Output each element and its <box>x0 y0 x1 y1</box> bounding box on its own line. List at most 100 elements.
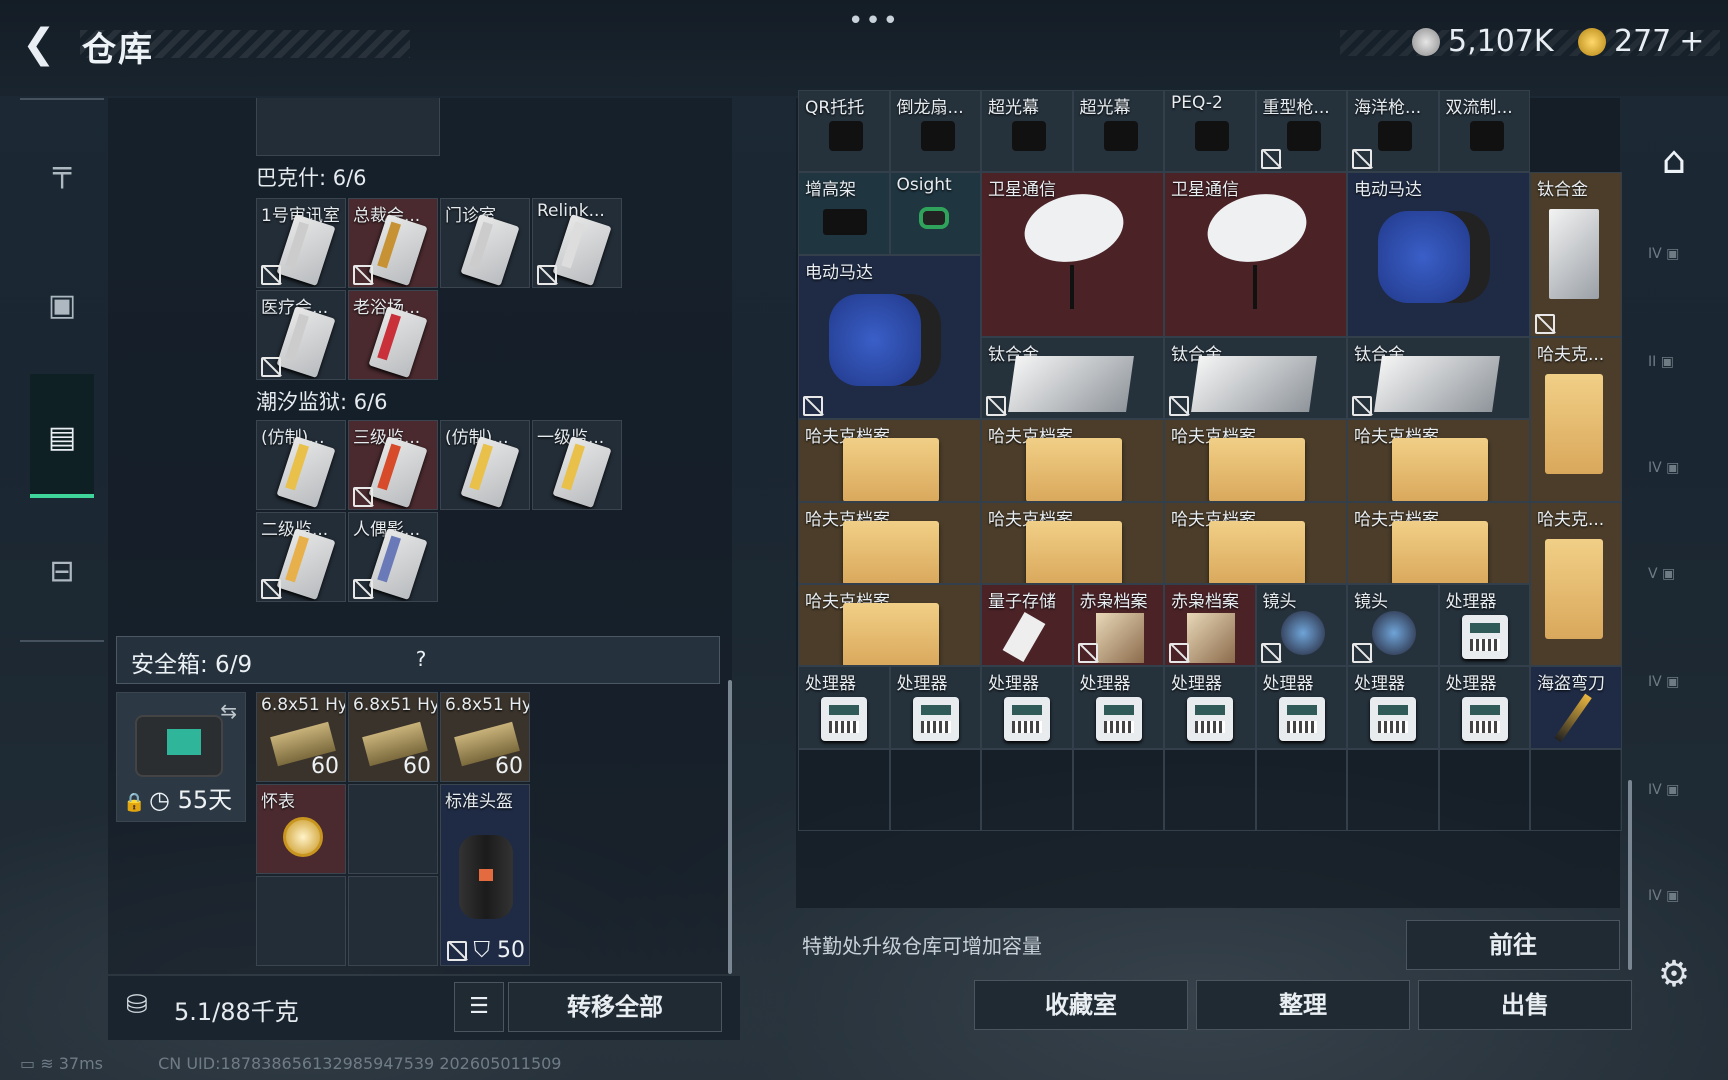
sight-slot[interactable]: Osight <box>889 172 981 255</box>
safe-box-slot[interactable]: ⇆ 🔒 ◷ 55天 <box>116 692 246 822</box>
motor-slot[interactable]: 电动马达 <box>1347 172 1530 338</box>
attachment-slot[interactable]: 海洋枪... <box>1347 90 1439 173</box>
backpack-icon[interactable]: ▣ <box>42 286 82 326</box>
organize-button[interactable]: 整理 <box>1196 980 1410 1030</box>
processor-slot[interactable]: 处理器 <box>1255 666 1347 749</box>
nav-tier-iv-icon[interactable]: IV ▣ <box>1648 460 1700 506</box>
haavk-file-slot[interactable]: 哈夫克... <box>1530 501 1622 667</box>
left-scrollbar[interactable] <box>728 680 732 974</box>
haavk-file-slot[interactable]: 哈夫克档案 <box>1347 501 1530 585</box>
nav-tier-ii-icon[interactable]: II ▣ <box>1648 354 1700 400</box>
toolbox-icon[interactable]: ⊟ <box>42 552 82 592</box>
key-card-slot[interactable]: 总裁会... <box>348 198 438 288</box>
haavk-file-slot[interactable]: 哈夫克档案 <box>1347 419 1530 502</box>
satellite-slot[interactable]: 卫星通信 <box>1164 172 1347 338</box>
ammo-slot[interactable]: 6.8x51 Hybrid 60 <box>256 692 346 782</box>
nav-tier-iv-icon[interactable]: IV ▣ <box>1648 674 1700 720</box>
empty-stash-slot[interactable] <box>1164 748 1256 832</box>
processor-slot[interactable]: 处理器 <box>1072 666 1164 749</box>
ammo-slot[interactable]: 6.8x51 Hybrid 60 <box>440 692 530 782</box>
home-icon[interactable]: ⌂ <box>1648 138 1700 184</box>
right-scrollbar[interactable] <box>1628 780 1632 970</box>
processor-slot[interactable]: 处理器 <box>889 666 981 749</box>
titanium-slot[interactable]: 钛合金 <box>1530 172 1622 338</box>
attachment-slot[interactable]: 超光幕 <box>981 90 1073 173</box>
nav-tier-iv-icon[interactable]: IV ▣ <box>1648 888 1700 934</box>
lens-slot[interactable]: 镜头 <box>1255 584 1347 667</box>
pocket-watch-slot[interactable]: 怀表 <box>256 784 346 874</box>
empty-stash-slot[interactable] <box>889 748 981 832</box>
key-card-slot[interactable]: 医疗会... <box>256 290 346 380</box>
key-card-slot[interactable]: 三级监... <box>348 420 438 510</box>
transfer-all-button[interactable]: 转移全部 <box>508 982 722 1032</box>
helmet-slot[interactable]: 标准头盔 ⛉ 50 <box>440 784 530 966</box>
attachment-slot[interactable]: QR托托 <box>798 90 890 173</box>
empty-stash-slot[interactable] <box>798 748 890 832</box>
empty-slot[interactable] <box>348 784 438 874</box>
nav-tier-iv-icon[interactable]: IV ▣ <box>1648 246 1700 292</box>
empty-stash-slot[interactable] <box>1347 748 1439 832</box>
key-card-slot[interactable]: 1号审讯室 <box>256 198 346 288</box>
nav-tier-v-icon[interactable]: V ▣ <box>1648 566 1700 612</box>
swap-icon[interactable]: ⇆ <box>220 699 237 723</box>
goto-button[interactable]: 前往 <box>1406 920 1620 970</box>
titanium-slot[interactable]: 钛合金 <box>1164 337 1347 420</box>
nav-tier-iv-icon[interactable]: IV ▣ <box>1648 782 1700 828</box>
key-card-slot[interactable]: Relink... <box>532 198 622 288</box>
empty-stash-slot[interactable] <box>1530 748 1622 832</box>
attachment-slot[interactable]: 重型枪... <box>1255 90 1347 173</box>
processor-slot[interactable]: 处理器 <box>981 666 1073 749</box>
haavk-file-slot[interactable]: 哈夫克... <box>1530 337 1622 502</box>
processor-slot[interactable]: 处理器 <box>1438 584 1530 667</box>
key-card-slot[interactable]: 二级监... <box>256 512 346 602</box>
empty-stash-slot[interactable] <box>1255 748 1347 832</box>
haavk-file-slot[interactable]: 哈夫克档案 <box>798 584 981 667</box>
empty-stash-slot[interactable] <box>981 748 1073 832</box>
key-card-slot[interactable]: (仿制)... <box>256 420 346 510</box>
lens-slot[interactable]: 镜头 <box>1347 584 1439 667</box>
ammo-slot[interactable]: 6.8x51 Hybrid 60 <box>348 692 438 782</box>
titanium-slot[interactable]: 钛合金 <box>1347 337 1530 420</box>
key-card-slot[interactable]: (仿制)... <box>440 420 530 510</box>
storage-icon[interactable]: ▤ <box>42 418 82 458</box>
list-view-button[interactable]: ☰ <box>454 982 504 1032</box>
processor-slot[interactable]: 处理器 <box>1347 666 1439 749</box>
collection-room-button[interactable]: 收藏室 <box>974 980 1188 1030</box>
haavk-file-slot[interactable]: 哈夫克档案 <box>1164 419 1347 502</box>
key-card-slot[interactable]: 一级监... <box>532 420 622 510</box>
satellite-slot[interactable]: 卫星通信 <box>981 172 1164 338</box>
attachment-slot[interactable]: 倒龙扇... <box>889 90 981 173</box>
processor-slot[interactable]: 处理器 <box>798 666 890 749</box>
key-card-slot[interactable]: 人偶影... <box>348 512 438 602</box>
quantum-storage-slot[interactable]: 量子存储 <box>981 584 1073 667</box>
container-slot[interactable] <box>256 98 440 156</box>
haavk-file-slot[interactable]: 哈夫克档案 <box>981 501 1164 585</box>
haavk-file-slot[interactable]: 哈夫克档案 <box>981 419 1164 502</box>
motor-slot[interactable]: 电动马达 <box>798 254 981 420</box>
riser-slot[interactable]: 增高架 <box>798 172 890 255</box>
red-owl-file-slot[interactable]: 赤枭档案 <box>1164 584 1256 667</box>
empty-slot[interactable] <box>256 876 346 966</box>
empty-stash-slot[interactable] <box>1438 748 1530 832</box>
empty-slot[interactable] <box>348 876 438 966</box>
haavk-file-slot[interactable]: 哈夫克档案 <box>798 419 981 502</box>
processor-slot[interactable]: 处理器 <box>1164 666 1256 749</box>
help-icon[interactable]: ? <box>407 647 435 675</box>
empty-stash-slot[interactable] <box>1072 748 1164 832</box>
processor-slot[interactable]: 处理器 <box>1438 666 1530 749</box>
add-currency-button[interactable]: + <box>1679 24 1704 59</box>
attachment-slot[interactable]: 超光幕 <box>1072 90 1164 173</box>
gun-icon[interactable]: ╤ <box>42 152 82 192</box>
key-card-slot[interactable]: 老浴场... <box>348 290 438 380</box>
haavk-file-slot[interactable]: 哈夫克档案 <box>1164 501 1347 585</box>
key-card-slot[interactable]: 门诊室 <box>440 198 530 288</box>
cutlass-slot[interactable]: 海盗弯刀 <box>1530 666 1622 749</box>
red-owl-file-slot[interactable]: 赤枭档案 <box>1072 584 1164 667</box>
more-menu-icon[interactable]: ••• <box>848 6 900 36</box>
sell-button[interactable]: 出售 <box>1418 980 1632 1030</box>
attachment-slot[interactable]: PEQ-2 <box>1164 90 1256 173</box>
titanium-slot[interactable]: 钛合金 <box>981 337 1164 420</box>
back-icon[interactable]: ❮ <box>22 24 62 64</box>
attachment-slot[interactable]: 双流制... <box>1438 90 1530 173</box>
settings-gear-icon[interactable]: ⚙ <box>1648 954 1700 1000</box>
